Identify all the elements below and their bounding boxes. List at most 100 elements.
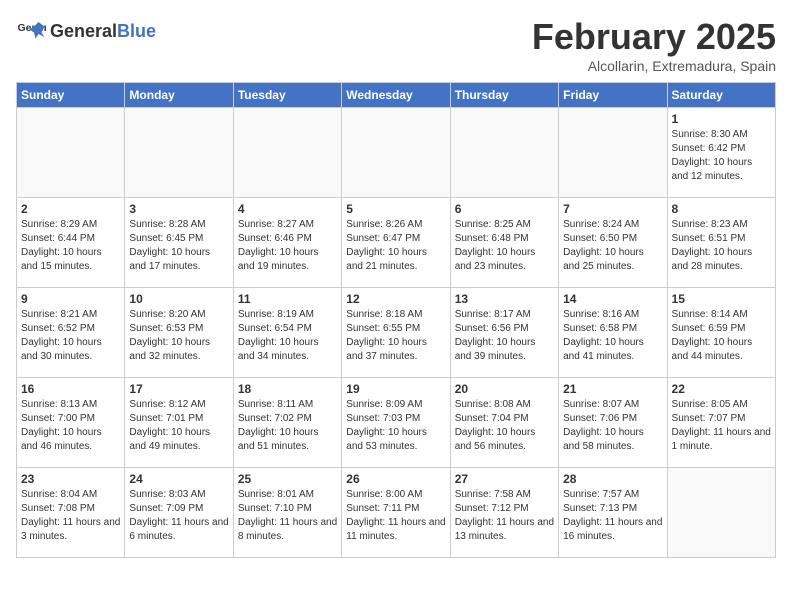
table-row: 20 Sunrise: 8:08 AM Sunset: 7:04 PM Dayli… <box>450 378 558 468</box>
calendar-subtitle: Alcollarin, Extremadura, Spain <box>532 58 776 74</box>
day-number: 11 <box>238 292 337 306</box>
table-row: 26 Sunrise: 8:00 AM Sunset: 7:11 PM Dayli… <box>342 468 450 558</box>
week-row-4: 23Sunrise: 8:04 AM Sunset: 7:08 PM Dayli… <box>17 468 776 558</box>
logo-text: GeneralBlue <box>50 21 156 42</box>
day-number: 8 <box>672 202 771 216</box>
day-number: 3 <box>129 202 228 216</box>
day-info: Sunrise: 8:23 AM Sunset: 6:51 PM Dayligh… <box>672 218 771 274</box>
day-number: 23 <box>21 472 120 486</box>
day-number: 9 <box>21 292 120 306</box>
day-info: Sunrise: 8:05 AM Sunset: 7:07 PM Dayligh… <box>672 398 771 454</box>
day-info: Sunrise: 8:26 AM Sunset: 6:47 PM Dayligh… <box>346 218 445 274</box>
week-row-3: 16 Sunrise: 8:13 AM Sunset: 7:00 PM Dayli… <box>17 378 776 468</box>
day-number: 18 <box>238 382 337 396</box>
table-row <box>342 108 450 198</box>
calendar-header: SundayMondayTuesdayWednesdayThursdayFrid… <box>17 83 776 108</box>
table-row: 21Sunrise: 8:07 AM Sunset: 7:06 PM Dayli… <box>559 378 667 468</box>
day-number: 17 <box>129 382 228 396</box>
day-number: 6 <box>455 202 554 216</box>
day-info: Sunrise: 8:28 AM Sunset: 6:45 PM Dayligh… <box>129 218 228 274</box>
table-row: 4Sunrise: 8:27 AM Sunset: 6:46 PM Daylig… <box>233 198 341 288</box>
week-row-0: 1 Sunrise: 8:30 AM Sunset: 6:42 PM Daylig… <box>17 108 776 198</box>
week-row-1: 2 Sunrise: 8:29 AM Sunset: 6:44 PM Daylig… <box>17 198 776 288</box>
day-number: 21 <box>563 382 662 396</box>
table-row: 17Sunrise: 8:12 AM Sunset: 7:01 PM Dayli… <box>125 378 233 468</box>
day-number: 1 <box>672 112 771 126</box>
day-number: 10 <box>129 292 228 306</box>
day-number: 27 <box>455 472 554 486</box>
calendar-title: February 2025 <box>532 16 776 58</box>
day-info: Sunrise: 8:19 AM Sunset: 6:54 PM Dayligh… <box>238 308 337 364</box>
day-info: Sunrise: 8:11 AM Sunset: 7:02 PM Dayligh… <box>238 398 337 454</box>
day-info: Sunrise: 8:25 AM Sunset: 6:48 PM Dayligh… <box>455 218 554 274</box>
day-number: 16 <box>21 382 120 396</box>
table-row: 6 Sunrise: 8:25 AM Sunset: 6:48 PM Daylig… <box>450 198 558 288</box>
day-number: 22 <box>672 382 771 396</box>
header-row: SundayMondayTuesdayWednesdayThursdayFrid… <box>17 83 776 108</box>
table-row <box>125 108 233 198</box>
header-day-thursday: Thursday <box>450 83 558 108</box>
logo-blue: Blue <box>117 21 156 41</box>
day-info: Sunrise: 8:08 AM Sunset: 7:04 PM Dayligh… <box>455 398 554 454</box>
table-row: 11 Sunrise: 8:19 AM Sunset: 6:54 PM Dayli… <box>233 288 341 378</box>
day-info: Sunrise: 8:20 AM Sunset: 6:53 PM Dayligh… <box>129 308 228 364</box>
day-info: Sunrise: 7:58 AM Sunset: 7:12 PM Dayligh… <box>455 488 554 544</box>
table-row: 8 Sunrise: 8:23 AM Sunset: 6:51 PM Daylig… <box>667 198 775 288</box>
table-row: 27 Sunrise: 7:58 AM Sunset: 7:12 PM Dayli… <box>450 468 558 558</box>
table-row: 19 Sunrise: 8:09 AM Sunset: 7:03 PM Dayli… <box>342 378 450 468</box>
header-day-friday: Friday <box>559 83 667 108</box>
day-number: 5 <box>346 202 445 216</box>
day-info: Sunrise: 8:01 AM Sunset: 7:10 PM Dayligh… <box>238 488 337 544</box>
week-row-2: 9Sunrise: 8:21 AM Sunset: 6:52 PM Daylig… <box>17 288 776 378</box>
day-number: 26 <box>346 472 445 486</box>
day-number: 19 <box>346 382 445 396</box>
table-row: 5 Sunrise: 8:26 AM Sunset: 6:47 PM Daylig… <box>342 198 450 288</box>
logo-icon: General <box>16 16 46 46</box>
table-row: 2 Sunrise: 8:29 AM Sunset: 6:44 PM Daylig… <box>17 198 125 288</box>
day-number: 20 <box>455 382 554 396</box>
logo: General GeneralBlue <box>16 16 156 46</box>
day-number: 7 <box>563 202 662 216</box>
calendar-body: 1 Sunrise: 8:30 AM Sunset: 6:42 PM Daylig… <box>17 108 776 558</box>
day-info: Sunrise: 8:00 AM Sunset: 7:11 PM Dayligh… <box>346 488 445 544</box>
table-row: 18 Sunrise: 8:11 AM Sunset: 7:02 PM Dayli… <box>233 378 341 468</box>
day-info: Sunrise: 8:24 AM Sunset: 6:50 PM Dayligh… <box>563 218 662 274</box>
day-info: Sunrise: 8:30 AM Sunset: 6:42 PM Dayligh… <box>672 128 771 184</box>
day-info: Sunrise: 8:09 AM Sunset: 7:03 PM Dayligh… <box>346 398 445 454</box>
day-number: 2 <box>21 202 120 216</box>
table-row: 9Sunrise: 8:21 AM Sunset: 6:52 PM Daylig… <box>17 288 125 378</box>
day-info: Sunrise: 8:13 AM Sunset: 7:00 PM Dayligh… <box>21 398 120 454</box>
table-row: 13Sunrise: 8:17 AM Sunset: 6:56 PM Dayli… <box>450 288 558 378</box>
header-day-tuesday: Tuesday <box>233 83 341 108</box>
header-day-saturday: Saturday <box>667 83 775 108</box>
table-row <box>233 108 341 198</box>
table-row: 14 Sunrise: 8:16 AM Sunset: 6:58 PM Dayli… <box>559 288 667 378</box>
calendar-table: SundayMondayTuesdayWednesdayThursdayFrid… <box>16 82 776 558</box>
table-row: 10 Sunrise: 8:20 AM Sunset: 6:53 PM Dayli… <box>125 288 233 378</box>
day-number: 14 <box>563 292 662 306</box>
table-row: 15 Sunrise: 8:14 AM Sunset: 6:59 PM Dayli… <box>667 288 775 378</box>
table-row: 7 Sunrise: 8:24 AM Sunset: 6:50 PM Daylig… <box>559 198 667 288</box>
table-row: 1 Sunrise: 8:30 AM Sunset: 6:42 PM Daylig… <box>667 108 775 198</box>
day-number: 25 <box>238 472 337 486</box>
table-row <box>17 108 125 198</box>
day-info: Sunrise: 8:17 AM Sunset: 6:56 PM Dayligh… <box>455 308 554 364</box>
header-day-wednesday: Wednesday <box>342 83 450 108</box>
header: General GeneralBlue February 2025 Alcoll… <box>16 16 776 74</box>
table-row: 23Sunrise: 8:04 AM Sunset: 7:08 PM Dayli… <box>17 468 125 558</box>
day-info: Sunrise: 8:29 AM Sunset: 6:44 PM Dayligh… <box>21 218 120 274</box>
table-row: 16 Sunrise: 8:13 AM Sunset: 7:00 PM Dayli… <box>17 378 125 468</box>
day-info: Sunrise: 8:27 AM Sunset: 6:46 PM Dayligh… <box>238 218 337 274</box>
title-area: February 2025 Alcollarin, Extremadura, S… <box>532 16 776 74</box>
day-number: 24 <box>129 472 228 486</box>
table-row: 24 Sunrise: 8:03 AM Sunset: 7:09 PM Dayli… <box>125 468 233 558</box>
table-row <box>667 468 775 558</box>
day-info: Sunrise: 8:16 AM Sunset: 6:58 PM Dayligh… <box>563 308 662 364</box>
table-row: 28Sunrise: 7:57 AM Sunset: 7:13 PM Dayli… <box>559 468 667 558</box>
header-day-monday: Monday <box>125 83 233 108</box>
day-number: 15 <box>672 292 771 306</box>
table-row: 22 Sunrise: 8:05 AM Sunset: 7:07 PM Dayli… <box>667 378 775 468</box>
table-row: 25 Sunrise: 8:01 AM Sunset: 7:10 PM Dayli… <box>233 468 341 558</box>
day-info: Sunrise: 8:14 AM Sunset: 6:59 PM Dayligh… <box>672 308 771 364</box>
day-info: Sunrise: 8:03 AM Sunset: 7:09 PM Dayligh… <box>129 488 228 544</box>
